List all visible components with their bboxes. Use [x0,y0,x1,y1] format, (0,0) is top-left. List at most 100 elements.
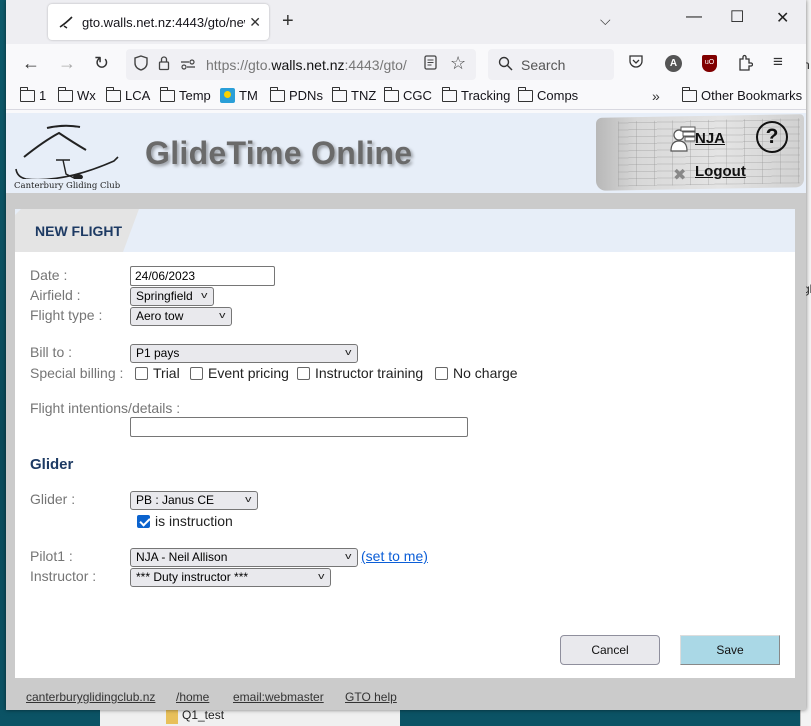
help-question-icon[interactable]: ? [756,121,788,153]
bookmark-label: TNZ [351,88,377,103]
url-bar[interactable]: https://gto.walls.net.nz:4443/gto/ ☆ [126,49,476,80]
hamburger-menu-icon[interactable]: ≡ [773,52,783,72]
bookmark-folder-1[interactable]: 1 [20,86,47,103]
glider-label: Glider : [30,491,76,507]
ublock-origin-icon[interactable]: uO [702,55,717,72]
chevron-down-icon: v [344,347,351,357]
event-pricing-checkbox-option[interactable]: Event pricing [190,365,289,381]
folder-icon [270,86,285,102]
folder-icon [106,86,121,102]
tab-new-flight[interactable]: NEW FLIGHT [15,209,139,252]
site-title: GlideTime Online [145,135,413,171]
flight-type-select[interactable]: Aero tow v [130,307,232,326]
pocket-icon[interactable] [628,54,644,72]
browser-tab-active[interactable]: gto.walls.net.nz:4443/gto/new_f ✕ [48,4,269,40]
url-prefix: https://gto. [206,56,272,73]
list-tabs-chevron-icon[interactable]: ⌵ [600,12,611,29]
checkbox-label: Event pricing [208,365,289,381]
checkbox-label: No charge [453,365,518,381]
close-tab-icon[interactable]: ✕ [249,14,261,31]
club-logo[interactable]: Canterbury Gliding Club [14,119,124,191]
bookmark-label: LCA [125,88,151,103]
airfield-label: Airfield : [30,287,81,303]
bookmark-star-icon[interactable]: ☆ [450,53,466,74]
maximize-icon[interactable]: ☐ [730,7,744,27]
reload-icon[interactable]: ↻ [94,53,109,73]
pilot1-select[interactable]: NJA - Neil Allison v [130,548,358,567]
bookmark-folder-tnz[interactable]: TNZ [332,86,377,103]
instructor-training-checkbox-option[interactable]: Instructor training [297,365,423,381]
folder-icon [442,86,457,102]
is-instruction-checkbox[interactable] [137,514,150,528]
lock-icon[interactable] [158,55,170,74]
intentions-input[interactable] [130,417,468,437]
bookmark-folder-comps[interactable]: Comps [518,86,578,103]
extensions-puzzle-icon[interactable] [737,54,754,74]
footer-link-home[interactable]: /home [176,690,209,704]
flight-type-value: Aero tow [136,309,184,323]
bookmark-label: 1 [39,88,47,103]
bill-to-label: Bill to : [30,344,73,360]
folder-icon [20,86,35,102]
bookmark-folder-tracking[interactable]: Tracking [442,86,510,103]
instructor-training-checkbox[interactable] [297,366,310,380]
account-avatar-icon[interactable]: A [665,55,682,72]
other-bookmarks-folder[interactable]: Other Bookmarks [682,86,802,103]
footer-link-club-site[interactable]: canterburyglidingclub.nz [26,690,155,704]
no-charge-checkbox[interactable] [435,366,448,380]
is-instruction-option[interactable]: is instruction [137,513,233,529]
logout-link[interactable]: Logout [695,163,746,180]
footer-link-email-webmaster[interactable]: email:webmaster [233,690,324,704]
bookmark-folder-wx[interactable]: Wx [58,86,96,103]
bookmark-folder-lca[interactable]: LCA [106,86,151,103]
airfield-select[interactable]: Springfield v [130,287,214,306]
user-profile-icon[interactable] [670,125,696,153]
search-bar[interactable] [488,49,614,80]
bookmark-folder-cgc[interactable]: CGC [384,86,432,103]
glider-select[interactable]: PB : Janus CE v [130,491,258,510]
tab-strip: gto.walls.net.nz:4443/gto/new_f ✕ + ⌵ — … [6,0,806,44]
background-file-explorer: Q1_test [100,708,400,726]
set-to-me-link[interactable]: (set to me) [361,548,428,564]
folder-icon [332,86,347,102]
logout-x-icon[interactable]: ✖ [673,165,686,185]
no-charge-checkbox-option[interactable]: No charge [435,365,518,381]
trial-checkbox[interactable] [135,366,148,380]
event-pricing-checkbox[interactable] [190,366,203,380]
back-arrow-icon[interactable]: ← [22,53,40,73]
checkbox-label: Trial [153,365,180,381]
user-code-link[interactable]: NJA [695,130,725,147]
save-button[interactable]: Save [680,635,780,665]
instructor-value: *** Duty instructor *** [136,570,249,584]
shield-icon[interactable] [134,55,148,74]
bookmark-folder-pdns[interactable]: PDNs [270,86,323,103]
reader-view-icon[interactable] [424,55,437,74]
forward-arrow-icon[interactable]: → [58,53,76,73]
new-flight-panel: NEW FLIGHT Date : Airfield : Springfield… [15,209,795,678]
instructor-select[interactable]: *** Duty instructor *** v [130,568,331,587]
panel-tab-label: NEW FLIGHT [35,223,123,239]
footer-link-gto-help[interactable]: GTO help [345,690,397,704]
permissions-icon[interactable] [180,57,196,73]
checkbox-label: Instructor training [315,365,424,381]
bookmark-label: Temp [179,88,211,103]
search-icon [498,56,513,74]
more-bookmarks-chevron-icon[interactable]: » [652,88,660,104]
url-text[interactable]: https://gto.walls.net.nz:4443/gto/ [206,57,411,73]
search-input[interactable] [521,56,601,73]
new-tab-button[interactable]: + [282,10,294,32]
bill-to-select[interactable]: P1 pays v [130,344,358,363]
bookmarks-bar: 1 Wx LCA Temp TM PDNs TNZ CGC Tracking C… [6,84,806,110]
cancel-button[interactable]: Cancel [560,635,660,665]
bookmark-folder-temp[interactable]: Temp [160,86,211,103]
glider-logo-icon [15,124,119,181]
bookmark-tm[interactable]: TM [220,88,258,103]
minimize-icon[interactable]: — [686,8,702,26]
date-input[interactable] [130,266,275,286]
bookmark-label: TM [239,88,258,103]
glider-icon [58,14,74,30]
date-label: Date : [30,267,68,283]
url-suffix: :4443/gto/ [344,56,407,73]
trial-checkbox-option[interactable]: Trial [135,365,180,381]
close-window-icon[interactable]: ✕ [776,8,789,28]
